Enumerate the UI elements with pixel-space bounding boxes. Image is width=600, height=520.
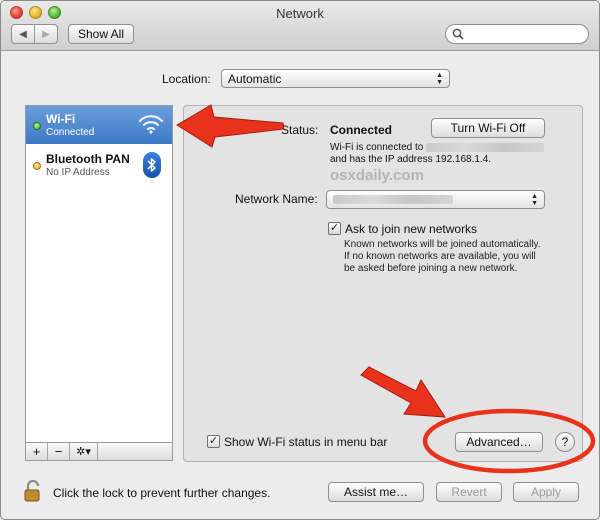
network-preferences-window: Network ◀ ▶ Show All Location: Automatic… bbox=[0, 0, 600, 520]
redacted-network-name bbox=[333, 195, 453, 204]
status-dot-yellow bbox=[33, 162, 41, 170]
location-label: Location: bbox=[162, 72, 211, 86]
ask-to-join-checkbox[interactable]: ✓ bbox=[328, 222, 341, 235]
turn-wifi-off-button[interactable]: Turn Wi-Fi Off bbox=[431, 118, 545, 138]
add-service-button[interactable]: + bbox=[26, 443, 48, 460]
location-value: Automatic bbox=[228, 71, 282, 86]
apply-button[interactable]: Apply bbox=[513, 482, 579, 502]
ask-to-join-label: Ask to join new networks bbox=[345, 222, 478, 236]
network-name-label: Network Name: bbox=[235, 192, 318, 206]
bluetooth-icon bbox=[143, 152, 161, 178]
service-name: Wi-Fi bbox=[46, 112, 76, 126]
service-item-wifi[interactable]: Wi-Fi Connected bbox=[26, 106, 172, 144]
service-list: Wi-Fi Connected Bluetooth PAN No IP Addr… bbox=[25, 105, 173, 460]
revert-button[interactable]: Revert bbox=[436, 482, 502, 502]
advanced-button[interactable]: Advanced… bbox=[455, 432, 543, 452]
status-value: Connected bbox=[330, 123, 393, 137]
service-status: Connected bbox=[46, 127, 95, 138]
title-bar: Network ◀ ▶ Show All bbox=[1, 1, 599, 51]
watermark: osxdaily.com bbox=[330, 167, 424, 184]
redacted-network-name bbox=[426, 142, 545, 152]
back-button[interactable]: ◀ bbox=[12, 25, 34, 43]
ask-to-join-note: Known networks will be joined automatica… bbox=[344, 239, 541, 274]
popup-arrows-icon: ▲ ▼ bbox=[531, 193, 538, 207]
service-name: Bluetooth PAN bbox=[46, 152, 130, 166]
search-icon bbox=[452, 28, 464, 40]
show-wifi-status-checkbox[interactable]: ✓ bbox=[207, 435, 220, 448]
show-all-button[interactable]: Show All bbox=[68, 24, 134, 44]
window-title: Network bbox=[276, 6, 324, 21]
assist-me-button[interactable]: Assist me… bbox=[328, 482, 424, 502]
status-description-line2: and has the IP address 192.168.1.4. bbox=[330, 154, 492, 165]
show-wifi-status-label: Show Wi-Fi status in menu bar bbox=[224, 435, 388, 449]
remove-service-button[interactable]: − bbox=[48, 443, 70, 460]
network-name-popup[interactable]: ▲ ▼ bbox=[326, 190, 545, 209]
status-description-line1: Wi-Fi is connected to bbox=[330, 142, 545, 154]
status-label: Status: bbox=[281, 123, 319, 137]
help-button[interactable]: ? bbox=[555, 432, 575, 452]
back-forward-control: ◀ ▶ bbox=[11, 24, 58, 44]
forward-button[interactable]: ▶ bbox=[34, 25, 57, 43]
status-dot-green bbox=[33, 122, 41, 130]
service-list-toolbar: + − ✲▾ bbox=[25, 442, 173, 461]
service-item-bluetooth-pan[interactable]: Bluetooth PAN No IP Address bbox=[26, 146, 172, 184]
location-popup[interactable]: Automatic ▲ ▼ bbox=[221, 69, 450, 88]
popup-arrows-icon: ▲ ▼ bbox=[436, 72, 443, 86]
wifi-icon bbox=[138, 115, 164, 134]
service-status: No IP Address bbox=[46, 167, 110, 178]
action-gear-menu[interactable]: ✲▾ bbox=[70, 443, 98, 460]
lock-message: Click the lock to prevent further change… bbox=[53, 486, 271, 500]
search-field[interactable] bbox=[445, 24, 589, 44]
lock-icon[interactable] bbox=[23, 479, 45, 503]
